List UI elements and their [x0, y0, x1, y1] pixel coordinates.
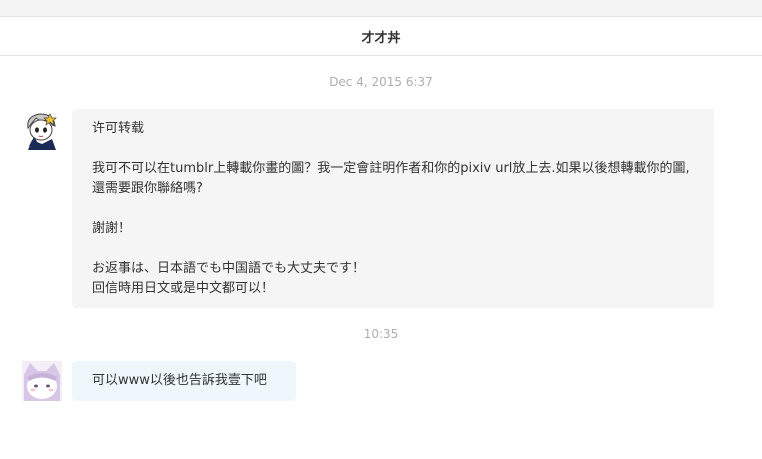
message-timestamp: Dec 4, 2015 6:37 [329, 75, 433, 89]
message-line: 謝謝！ [92, 221, 132, 236]
incoming-message-bubble: 许可转载 我可不可以在tumblr上轉載你畫的圖？我一定會註明作者和你的pixi… [72, 109, 714, 308]
conversation-header: 才才丼 [0, 16, 762, 56]
anime-girl-avatar-icon[interactable] [22, 110, 62, 150]
message-line: 我可不可以在tumblr上轉載你畫的圖？我一定會註明作者和你的pixiv url… [92, 161, 690, 196]
message-timestamp: 10:35 [363, 327, 399, 341]
anime-cat-avatar-icon[interactable] [22, 361, 62, 401]
top-strip [0, 0, 762, 16]
message-line: お返事は、日本語でも中国語でも大丈夫です！ [92, 261, 366, 276]
message-line: 可以www以後也告訴我壹下吧 [92, 373, 267, 388]
message-line: 许可转载 [92, 121, 145, 136]
message-line: 回信時用日文或是中文都可以！ [92, 281, 275, 296]
outgoing-message-bubble: 可以www以後也告訴我壹下吧 [72, 361, 296, 401]
conversation-title: 才才丼 [361, 30, 401, 46]
